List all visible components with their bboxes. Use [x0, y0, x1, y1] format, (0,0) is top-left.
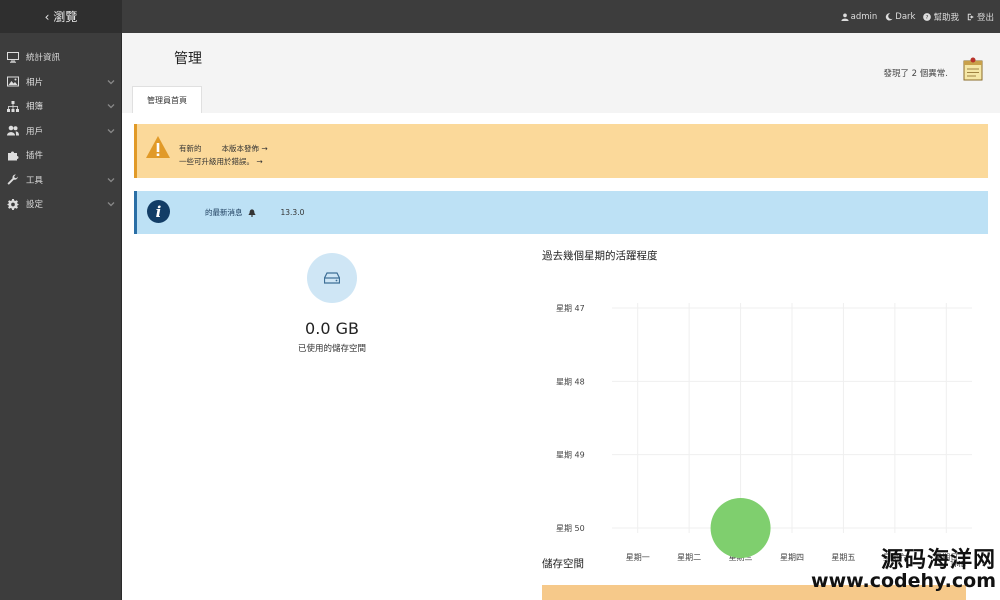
sidebar-item-label: 統計資訊	[26, 53, 61, 64]
note-icon[interactable]	[962, 57, 984, 81]
sidebar: 統計資訊 相片 相簿 用戶 插件 工具 設定	[0, 33, 122, 600]
sidebar-item-label: 用戶	[26, 126, 44, 137]
help-icon: ?	[923, 12, 932, 21]
header-note: 發現了 2 個異常.	[883, 69, 948, 79]
storage-summary: 0.0 GB 已使用的儲存空間	[282, 253, 382, 354]
page-title: 管理	[174, 51, 202, 67]
activity-point	[710, 498, 771, 558]
y-tick-label: 星期 50	[556, 524, 585, 533]
activity-chart: 星期 47星期 48星期 49星期 50星期一星期二星期三星期四星期五星期六星期…	[556, 303, 972, 562]
page-header: 管理 發現了 2 個異常. 管理員首頁	[122, 33, 1000, 113]
monitor-icon	[6, 51, 20, 63]
sidebar-item-label: 插件	[26, 151, 44, 162]
update-warning-alert: 有新的 本版本發佈 → 一些可升級用於錯誤。 →	[134, 124, 988, 178]
sidebar-item-photos[interactable]: 相片	[0, 70, 121, 95]
storage-section-title: 儲存空間	[542, 558, 584, 570]
y-tick-label: 星期 48	[556, 377, 585, 386]
theme-label: Dark	[895, 11, 916, 22]
top-bar: ‹ 瀏覽 admin Dark ? 幫助我 登出	[0, 0, 1000, 33]
sidebar-item-settings[interactable]: 設定	[0, 192, 121, 217]
svg-text:?: ?	[926, 15, 929, 21]
warning-line1-a: 有新的	[179, 144, 202, 153]
hard-drive-icon	[324, 272, 340, 284]
storage-used-value: 0.0 GB	[305, 319, 359, 338]
wrench-icon	[6, 174, 20, 186]
user-menu[interactable]: admin	[841, 11, 878, 22]
brand-label: 瀏覽	[53, 10, 78, 24]
sitemap-icon	[6, 100, 20, 112]
x-tick-label: 星期一	[626, 553, 650, 562]
help-button[interactable]: ? 幫助我	[923, 11, 959, 23]
version-label: 13.3.0	[280, 208, 305, 217]
info-icon: i	[147, 200, 170, 223]
bell-icon	[247, 208, 256, 217]
sidebar-item-label: 相片	[26, 77, 44, 88]
top-right-menu: admin Dark ? 幫助我 登出	[841, 0, 994, 33]
sidebar-item-label: 相簿	[26, 102, 44, 113]
warning-icon	[146, 136, 170, 158]
sidebar-item-label: 設定	[26, 200, 44, 211]
x-tick-label: 星期六	[883, 552, 907, 562]
y-tick-label: 星期 47	[556, 304, 585, 313]
chevron-left-icon: ‹	[44, 9, 50, 24]
chevron-down-icon	[107, 200, 115, 208]
x-tick-label: 星期四	[780, 553, 804, 562]
chevron-down-icon	[107, 176, 115, 184]
gear-icon	[6, 198, 20, 210]
chevron-down-icon	[107, 102, 115, 110]
users-icon	[6, 125, 20, 137]
news-info-alert: i 的最新消息 13.3.0	[134, 191, 988, 234]
warning-text: 有新的 本版本發佈 → 一些可升級用於錯誤。 →	[179, 142, 268, 168]
chevron-down-icon	[107, 78, 115, 86]
logout-icon	[967, 13, 974, 20]
warning-line1-link[interactable]: 本版本發佈 →	[222, 144, 268, 153]
logout-label: 登出	[976, 12, 994, 23]
storage-used-label: 已使用的儲存空間	[297, 344, 366, 354]
chevron-down-icon	[107, 127, 115, 135]
svg-text:i: i	[156, 203, 162, 221]
tab-admin-home[interactable]: 管理員首頁	[132, 86, 202, 113]
y-tick-label: 星期 49	[556, 451, 585, 460]
puzzle-icon	[6, 149, 20, 161]
help-label: 幫助我	[933, 12, 959, 23]
sidebar-item-plugins[interactable]: 插件	[0, 143, 121, 168]
theme-toggle[interactable]: Dark	[885, 12, 915, 22]
sidebar-item-users[interactable]: 用戶	[0, 119, 121, 144]
main-content: 管理 發現了 2 個異常. 管理員首頁 有新的 本版本發佈 → 一些可升級用於錯誤…	[122, 33, 1000, 600]
storage-circle	[307, 253, 357, 303]
storage-bar	[542, 585, 966, 600]
sidebar-item-label: 工具	[26, 175, 44, 186]
news-link[interactable]: 的最新消息	[205, 207, 243, 218]
moon-icon	[886, 12, 893, 21]
activity-chart-title: 過去幾個星期的活躍程度	[542, 250, 658, 262]
logout-button[interactable]: 登出	[967, 11, 994, 23]
image-icon	[6, 76, 20, 88]
sidebar-item-statistics[interactable]: 統計資訊	[0, 45, 121, 70]
sidebar-item-albums[interactable]: 相簿	[0, 94, 121, 119]
user-label: admin	[850, 11, 878, 22]
browse-back-button[interactable]: ‹ 瀏覽	[0, 0, 122, 33]
storage-section-size: 1MB	[949, 560, 966, 569]
info-text: 的最新消息 13.3.0	[205, 207, 304, 218]
user-icon	[841, 13, 849, 21]
warning-line2-link[interactable]: 一些可升級用於錯誤。 →	[179, 155, 268, 168]
x-tick-label: 星期二	[677, 553, 701, 562]
sidebar-item-tools[interactable]: 工具	[0, 168, 121, 193]
x-tick-label: 星期五	[831, 553, 855, 562]
